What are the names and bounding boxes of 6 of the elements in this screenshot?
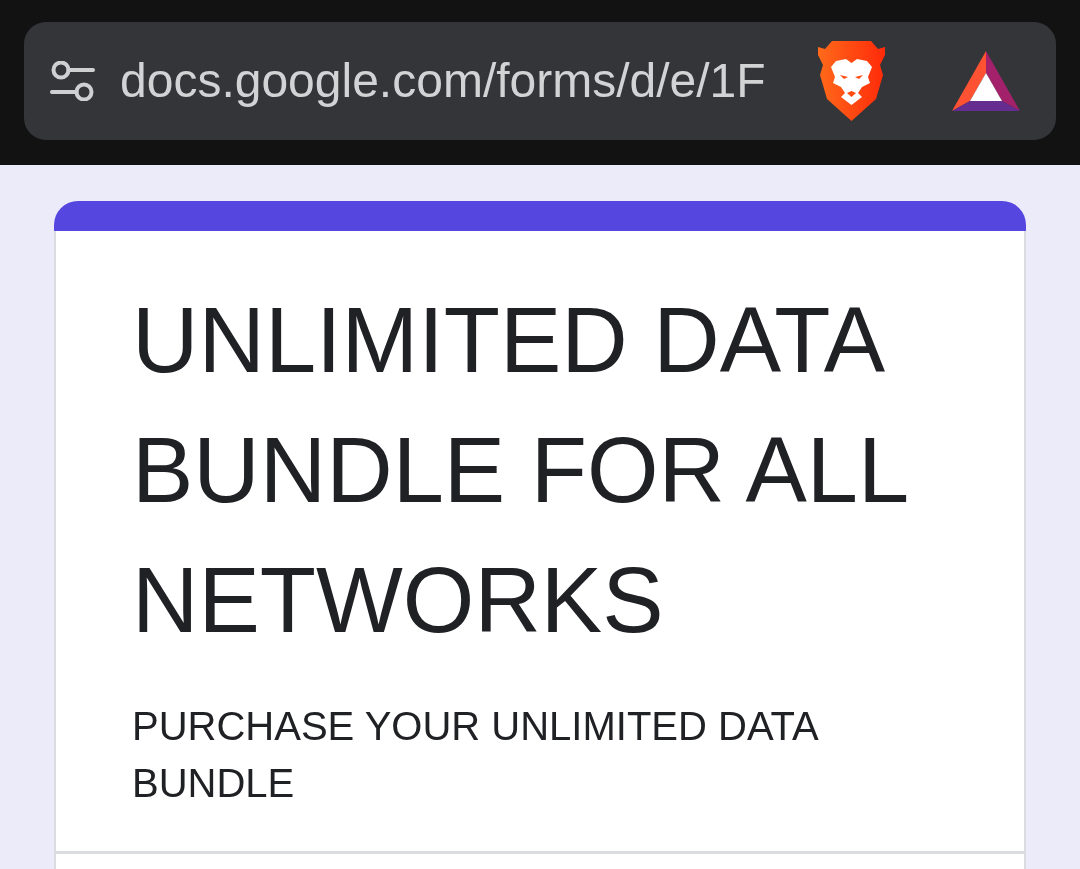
form-title: UNLIMITED DATA BUNDLE FOR ALL NETWORKS — [132, 288, 907, 653]
triangle-icon[interactable] — [952, 51, 1020, 111]
tune-icon[interactable] — [50, 61, 95, 101]
form-description: PURCHASE YOUR UNLIMITED DATA BUNDLE — [132, 703, 819, 807]
address-bar[interactable]: docs.google.com/forms/d/e/1F — [24, 22, 1056, 140]
lion-shield-icon[interactable] — [818, 41, 885, 121]
